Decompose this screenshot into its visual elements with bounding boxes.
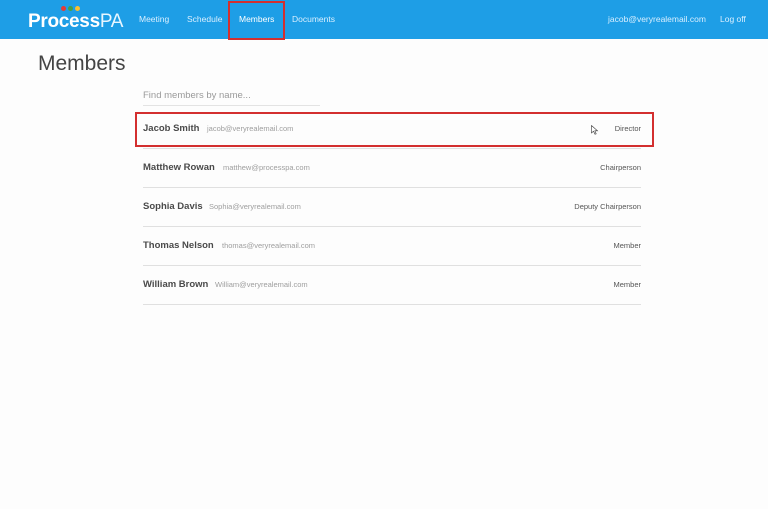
top-navbar: ProcessPA Meeting Schedule Members Docum… bbox=[0, 0, 768, 39]
member-row[interactable]: William Brown William@veryrealemail.com … bbox=[143, 266, 641, 305]
member-role: Member bbox=[613, 241, 641, 250]
member-row[interactable]: Matthew Rowan matthew@processpa.com Chai… bbox=[143, 149, 641, 188]
user-email-link[interactable]: jacob@veryrealemail.com bbox=[608, 0, 706, 39]
logo-dots-icon bbox=[61, 6, 80, 11]
member-row[interactable]: Sophia Davis Sophia@veryrealemail.com De… bbox=[143, 188, 641, 227]
member-email: Sophia@veryrealemail.com bbox=[209, 202, 301, 211]
mouse-cursor-icon bbox=[591, 125, 599, 135]
member-email: matthew@processpa.com bbox=[223, 163, 310, 172]
logoff-link[interactable]: Log off bbox=[720, 0, 746, 39]
selected-row-highlight bbox=[135, 112, 654, 147]
brand-logo[interactable]: ProcessPA bbox=[28, 6, 123, 34]
member-name: Matthew Rowan bbox=[143, 162, 215, 173]
member-role: Member bbox=[613, 280, 641, 289]
member-name: Sophia Davis bbox=[143, 201, 203, 212]
brand-name-bold: Process bbox=[28, 11, 100, 32]
brand-name: ProcessPA bbox=[28, 10, 123, 34]
member-row[interactable]: Thomas Nelson thomas@veryrealemail.com M… bbox=[143, 227, 641, 266]
member-email: William@veryrealemail.com bbox=[215, 280, 308, 289]
member-search-input[interactable] bbox=[143, 86, 320, 106]
member-role: Deputy Chairperson bbox=[574, 202, 641, 211]
nav-link-schedule[interactable]: Schedule bbox=[187, 0, 222, 39]
members-tab-highlight bbox=[228, 1, 285, 40]
member-role: Chairperson bbox=[600, 163, 641, 172]
member-name: William Brown bbox=[143, 279, 209, 290]
brand-name-light: PA bbox=[99, 11, 124, 32]
member-email: thomas@veryrealemail.com bbox=[222, 241, 316, 250]
member-name: Thomas Nelson bbox=[143, 240, 214, 251]
nav-link-documents[interactable]: Documents bbox=[292, 0, 335, 39]
page-title: Members bbox=[38, 52, 126, 75]
nav-link-meeting[interactable]: Meeting bbox=[139, 0, 169, 39]
